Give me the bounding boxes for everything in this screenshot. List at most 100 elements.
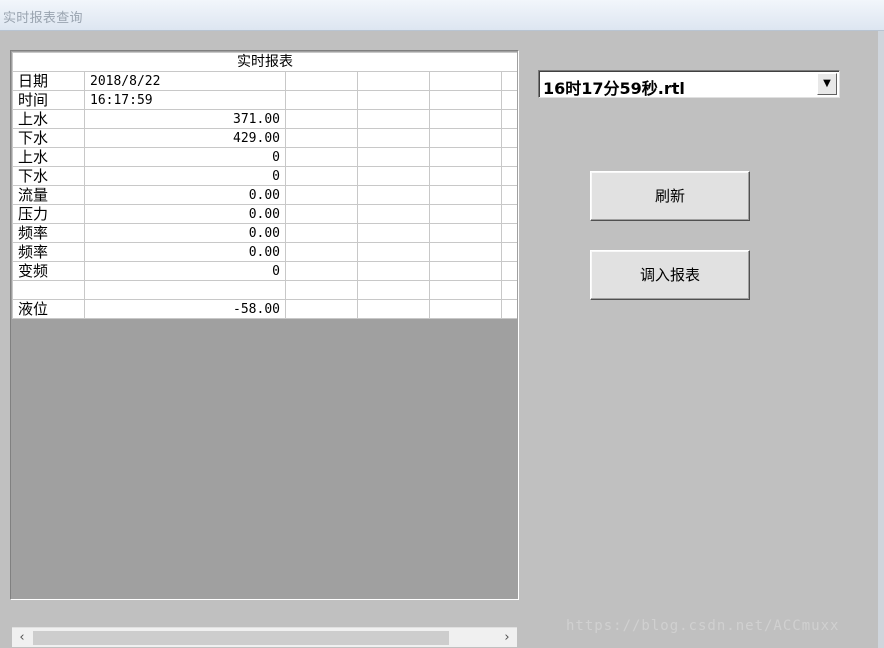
load-report-button[interactable]: 调入报表 — [590, 250, 750, 300]
empty-cell — [500, 242, 517, 262]
empty-cell — [429, 185, 502, 205]
empty-cell — [429, 223, 502, 243]
empty-cell — [285, 242, 358, 262]
report-file-selected: 16时17分59秒.rtl — [543, 79, 685, 98]
row-label: 上水 — [12, 147, 85, 167]
empty-cell — [429, 261, 502, 281]
refresh-button[interactable]: 刷新 — [590, 171, 750, 221]
title-bar: 实时报表查询 — [0, 0, 884, 31]
row-value: 0 — [84, 166, 286, 186]
table-row: 下水 429.00 — [12, 128, 517, 148]
watermark: https://blog.csdn.net/ACCmuxx — [566, 618, 840, 634]
table-row: 时间 16:17:59 — [12, 90, 517, 110]
row-value — [84, 280, 286, 300]
empty-cell — [285, 223, 358, 243]
table-row: 压力 0.00 — [12, 204, 517, 224]
empty-cell — [357, 147, 430, 167]
empty-cell — [357, 166, 430, 186]
empty-cell — [500, 71, 517, 91]
row-label: 日期 — [12, 71, 85, 91]
empty-cell — [429, 128, 502, 148]
empty-cell — [429, 299, 502, 319]
report-grid[interactable]: 实时报表 日期 2018/8/22 时间 16:17:59 上水 371.00 下水 429.… — [10, 50, 519, 647]
row-value: 429.00 — [84, 128, 286, 148]
table-row: 变频 0 — [12, 261, 517, 281]
empty-cell — [357, 109, 430, 129]
row-label: 下水 — [12, 166, 85, 186]
chevron-right-icon[interactable]: › — [497, 628, 517, 648]
row-label: 压力 — [12, 204, 85, 224]
table-row: 日期 2018/8/22 — [12, 71, 517, 91]
empty-cell — [500, 280, 517, 300]
horizontal-scrollbar[interactable]: ‹ › — [12, 627, 517, 647]
empty-cell — [429, 204, 502, 224]
empty-cell — [357, 204, 430, 224]
table-row: 上水 0 — [12, 147, 517, 167]
row-label: 液位 — [12, 299, 85, 319]
empty-cell — [500, 90, 517, 110]
empty-cell — [357, 280, 430, 300]
table-row — [12, 280, 517, 300]
empty-cell — [429, 242, 502, 262]
empty-cell — [357, 71, 430, 91]
empty-cell — [429, 71, 502, 91]
report-table: 实时报表 日期 2018/8/22 时间 16:17:59 上水 371.00 下水 429.… — [12, 52, 517, 319]
row-label: 时间 — [12, 90, 85, 110]
empty-cell — [500, 166, 517, 186]
scrollbar-thumb[interactable] — [33, 631, 449, 645]
empty-cell — [429, 280, 502, 300]
empty-cell — [285, 299, 358, 319]
row-value: 0.00 — [84, 204, 286, 224]
row-value: 0.00 — [84, 223, 286, 243]
empty-cell — [500, 147, 517, 167]
empty-cell — [429, 147, 502, 167]
empty-cell — [429, 109, 502, 129]
row-value: 16:17:59 — [84, 90, 286, 110]
table-row: 频率 0.00 — [12, 242, 517, 262]
row-value: 371.00 — [84, 109, 286, 129]
row-label — [12, 280, 85, 300]
empty-cell — [285, 71, 358, 91]
empty-cell — [357, 242, 430, 262]
empty-cell — [500, 223, 517, 243]
row-value: 2018/8/22 — [84, 71, 286, 91]
report-title: 实时报表 — [12, 52, 517, 72]
table-row: 下水 0 — [12, 166, 517, 186]
row-label: 频率 — [12, 223, 85, 243]
empty-cell — [357, 185, 430, 205]
empty-cell — [285, 147, 358, 167]
row-value: 0 — [84, 261, 286, 281]
empty-cell — [285, 90, 358, 110]
empty-cell — [500, 128, 517, 148]
row-value: -58.00 — [84, 299, 286, 319]
caret-down-icon[interactable]: ▼ — [817, 73, 837, 95]
empty-cell — [500, 109, 517, 129]
empty-cell — [285, 166, 358, 186]
report-grid-viewport: 实时报表 日期 2018/8/22 时间 16:17:59 上水 371.00 下水 429.… — [12, 52, 517, 598]
empty-cell — [357, 128, 430, 148]
empty-cell — [357, 90, 430, 110]
empty-cell — [285, 128, 358, 148]
row-label: 频率 — [12, 242, 85, 262]
table-row: 频率 0.00 — [12, 223, 517, 243]
empty-cell — [357, 261, 430, 281]
report-file-select[interactable]: 16时17分59秒.rtl ▼ — [538, 70, 840, 98]
row-label: 上水 — [12, 109, 85, 129]
table-row: 液位 -58.00 — [12, 299, 517, 319]
empty-cell — [500, 261, 517, 281]
empty-cell — [500, 185, 517, 205]
empty-cell — [429, 90, 502, 110]
window-edge — [878, 31, 884, 648]
row-label: 变频 — [12, 261, 85, 281]
empty-cell — [500, 299, 517, 319]
empty-cell — [285, 109, 358, 129]
row-value: 0.00 — [84, 185, 286, 205]
table-row: 上水 371.00 — [12, 109, 517, 129]
empty-cell — [500, 204, 517, 224]
empty-cell — [285, 280, 358, 300]
chevron-left-icon[interactable]: ‹ — [12, 628, 32, 648]
table-row: 流量 0.00 — [12, 185, 517, 205]
empty-cell — [285, 204, 358, 224]
empty-cell — [285, 261, 358, 281]
report-header-row: 实时报表 — [12, 52, 517, 72]
